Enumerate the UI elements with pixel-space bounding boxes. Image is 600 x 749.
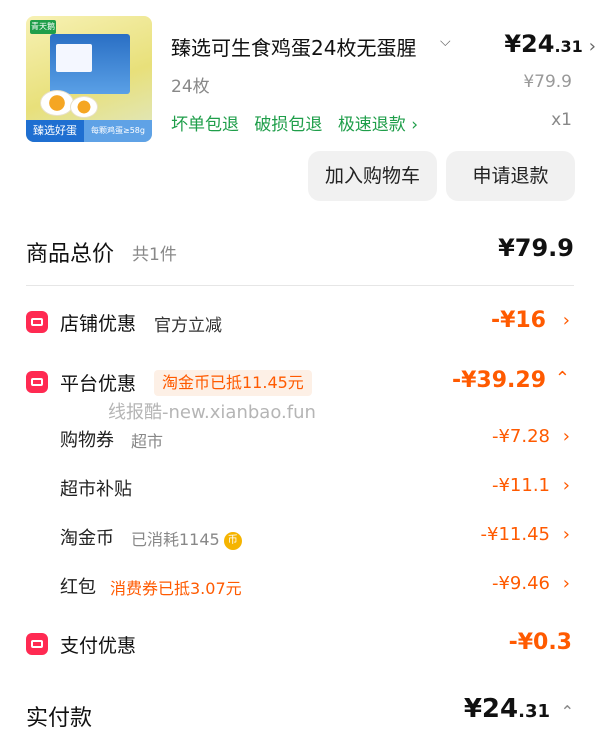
sub-item-note: 消费券已抵3.07元 bbox=[110, 579, 242, 598]
order-detail-page: 青天鹅 臻选好蛋 每颗鸡蛋≥58g 臻选可生食鸡蛋24枚无蛋腥 ⌵ ¥24.31… bbox=[0, 0, 600, 749]
product-price: ¥24.31 › bbox=[504, 30, 596, 58]
total-count: 共1件 bbox=[132, 245, 177, 265]
product-spec: 24枚 bbox=[171, 77, 210, 97]
sub-item-value: -¥11.1 bbox=[491, 475, 550, 496]
actual-pay-label: 实付款 bbox=[26, 706, 93, 731]
actual-pay-value: ¥24.31 bbox=[464, 694, 550, 724]
coin-icon: 币 bbox=[223, 531, 242, 550]
payment-discount-value: -¥0.3 bbox=[508, 630, 572, 655]
store-icon bbox=[26, 311, 48, 333]
chevron-right-icon[interactable]: › bbox=[563, 475, 570, 496]
service-tags: 坏单包退 破损包退 极速退款 › bbox=[171, 110, 428, 135]
store-discount-sub: 官方立减 bbox=[154, 316, 222, 336]
divider bbox=[26, 285, 574, 286]
tag-fast-refund[interactable]: 极速退款 › bbox=[338, 115, 418, 135]
thumb-brand: 青天鹅 bbox=[30, 20, 56, 34]
platform-discount-value: -¥39.29 bbox=[451, 368, 546, 393]
add-to-cart-button[interactable]: 加入购物车 bbox=[308, 151, 437, 201]
chevron-up-icon[interactable]: ⌃ bbox=[561, 702, 574, 721]
original-price: ¥79.9 bbox=[523, 72, 572, 92]
sub-item-title: 淘金币 bbox=[60, 528, 114, 549]
sub-item-value: -¥9.46 bbox=[491, 573, 550, 594]
store-discount-value: -¥16 bbox=[490, 308, 546, 333]
platform-icon bbox=[26, 371, 48, 393]
chevron-right-icon[interactable]: › bbox=[589, 36, 596, 57]
thumb-tag-weight: 每颗鸡蛋≥58g bbox=[84, 120, 152, 142]
watermark: 线报酷-new.xianbao.fun bbox=[108, 402, 316, 423]
thumb-box-panel bbox=[56, 44, 92, 72]
thumb-tag-quality: 臻选好蛋 bbox=[26, 120, 84, 142]
payment-discount-title: 支付优惠 bbox=[60, 635, 137, 657]
price-dec: .31 bbox=[554, 37, 583, 56]
chevron-right-icon[interactable]: › bbox=[563, 310, 570, 331]
tag-bad-return: 坏单包退 bbox=[171, 115, 239, 135]
store-discount-title: 店铺优惠 bbox=[60, 313, 137, 335]
sub-item-title: 超市补贴 bbox=[60, 479, 132, 500]
sub-item-value: -¥7.28 bbox=[491, 426, 550, 447]
quantity: x1 bbox=[551, 110, 572, 130]
total-value: ¥79.9 bbox=[498, 234, 574, 262]
payment-icon bbox=[26, 633, 48, 655]
chevron-up-icon[interactable]: ⌃ bbox=[555, 368, 570, 389]
product-title[interactable]: 臻选可生食鸡蛋24枚无蛋腥 bbox=[171, 32, 429, 61]
platform-discount-title: 平台优惠 bbox=[60, 373, 137, 395]
chevron-right-icon[interactable]: › bbox=[563, 573, 570, 594]
sub-item-note: 已消耗1145 bbox=[131, 530, 220, 549]
chevron-down-icon[interactable]: ⌵ bbox=[440, 34, 451, 50]
taojinbi-badge: 淘金币已抵11.45元 bbox=[154, 370, 312, 396]
total-label: 商品总价 bbox=[26, 242, 115, 267]
refund-button[interactable]: 申请退款 bbox=[446, 151, 575, 201]
chevron-right-icon[interactable]: › bbox=[563, 426, 570, 447]
tag-damage-return: 破损包退 bbox=[254, 115, 323, 135]
sub-item-note-wrap: 已消耗1145 币 bbox=[131, 526, 242, 550]
thumb-egg-image bbox=[40, 90, 74, 116]
chevron-right-icon[interactable]: › bbox=[563, 524, 570, 545]
sub-item-title: 购物券 bbox=[60, 430, 114, 451]
sub-item-value: -¥11.45 bbox=[480, 524, 550, 545]
pay-int: ¥24 bbox=[463, 694, 519, 724]
product-thumbnail[interactable]: 青天鹅 臻选好蛋 每颗鸡蛋≥58g bbox=[26, 16, 152, 142]
price-int: ¥24 bbox=[504, 30, 555, 58]
sub-item-note: 超市 bbox=[131, 432, 164, 451]
thumb-egg-image-2 bbox=[70, 96, 98, 118]
sub-item-title: 红包 bbox=[60, 577, 96, 598]
pay-dec: .31 bbox=[518, 701, 550, 722]
